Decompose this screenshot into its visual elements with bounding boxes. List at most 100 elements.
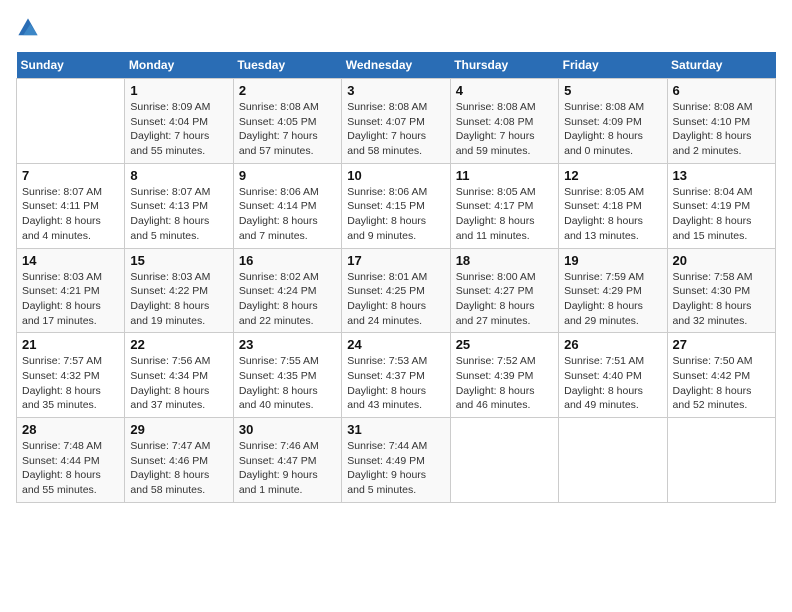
day-number: 28	[22, 422, 119, 437]
calendar-cell: 21 Sunrise: 7:57 AM Sunset: 4:32 PM Dayli…	[17, 333, 125, 418]
header-cell-sunday: Sunday	[17, 52, 125, 79]
day-info: Sunrise: 7:56 AM Sunset: 4:34 PM Dayligh…	[130, 354, 227, 413]
calendar-body: 1 Sunrise: 8:09 AM Sunset: 4:04 PM Daylig…	[17, 79, 776, 503]
day-info: Sunrise: 7:51 AM Sunset: 4:40 PM Dayligh…	[564, 354, 661, 413]
calendar-cell: 30Sunrise: 7:46 AM Sunset: 4:47 PM Dayli…	[233, 418, 341, 503]
day-number: 13	[673, 168, 770, 183]
calendar-cell	[559, 418, 667, 503]
day-info: Sunrise: 8:08 AM Sunset: 4:10 PM Dayligh…	[673, 100, 770, 159]
day-info: Sunrise: 7:47 AM Sunset: 4:46 PM Dayligh…	[130, 439, 227, 498]
day-info: Sunrise: 8:08 AM Sunset: 4:08 PM Dayligh…	[456, 100, 553, 159]
calendar-table: SundayMondayTuesdayWednesdayThursdayFrid…	[16, 52, 776, 503]
calendar-cell: 26 Sunrise: 7:51 AM Sunset: 4:40 PM Dayli…	[559, 333, 667, 418]
week-row-1: 1 Sunrise: 8:09 AM Sunset: 4:04 PM Daylig…	[17, 79, 776, 164]
day-info: Sunrise: 8:01 AM Sunset: 4:25 PM Dayligh…	[347, 270, 444, 329]
day-number: 4	[456, 83, 553, 98]
day-info: Sunrise: 8:06 AM Sunset: 4:14 PM Dayligh…	[239, 185, 336, 244]
day-number: 16	[239, 253, 336, 268]
day-number: 10	[347, 168, 444, 183]
calendar-cell: 16 Sunrise: 8:02 AM Sunset: 4:24 PM Dayli…	[233, 248, 341, 333]
calendar-cell: 18Sunrise: 8:00 AM Sunset: 4:27 PM Dayli…	[450, 248, 558, 333]
calendar-cell: 10 Sunrise: 8:06 AM Sunset: 4:15 PM Dayli…	[342, 163, 450, 248]
calendar-cell: 5 Sunrise: 8:08 AM Sunset: 4:09 PM Daylig…	[559, 79, 667, 164]
calendar-header: SundayMondayTuesdayWednesdayThursdayFrid…	[17, 52, 776, 79]
calendar-cell: 28 Sunrise: 7:48 AM Sunset: 4:44 PM Dayli…	[17, 418, 125, 503]
day-info: Sunrise: 8:05 AM Sunset: 4:17 PM Dayligh…	[456, 185, 553, 244]
calendar-cell: 8Sunrise: 8:07 AM Sunset: 4:13 PM Daylig…	[125, 163, 233, 248]
week-row-3: 14 Sunrise: 8:03 AM Sunset: 4:21 PM Dayli…	[17, 248, 776, 333]
week-row-4: 21 Sunrise: 7:57 AM Sunset: 4:32 PM Dayli…	[17, 333, 776, 418]
calendar-cell	[17, 79, 125, 164]
day-info: Sunrise: 8:00 AM Sunset: 4:27 PM Dayligh…	[456, 270, 553, 329]
day-info: Sunrise: 7:57 AM Sunset: 4:32 PM Dayligh…	[22, 354, 119, 413]
day-number: 23	[239, 337, 336, 352]
day-info: Sunrise: 7:50 AM Sunset: 4:42 PM Dayligh…	[673, 354, 770, 413]
calendar-cell: 6 Sunrise: 8:08 AM Sunset: 4:10 PM Daylig…	[667, 79, 775, 164]
calendar-cell: 20Sunrise: 7:58 AM Sunset: 4:30 PM Dayli…	[667, 248, 775, 333]
day-number: 30	[239, 422, 336, 437]
header	[16, 16, 776, 40]
calendar-cell: 27 Sunrise: 7:50 AM Sunset: 4:42 PM Dayli…	[667, 333, 775, 418]
day-info: Sunrise: 7:53 AM Sunset: 4:37 PM Dayligh…	[347, 354, 444, 413]
day-info: Sunrise: 7:52 AM Sunset: 4:39 PM Dayligh…	[456, 354, 553, 413]
calendar-cell	[450, 418, 558, 503]
calendar-cell: 15 Sunrise: 8:03 AM Sunset: 4:22 PM Dayli…	[125, 248, 233, 333]
day-info: Sunrise: 8:07 AM Sunset: 4:11 PM Dayligh…	[22, 185, 119, 244]
day-number: 7	[22, 168, 119, 183]
calendar-cell: 7 Sunrise: 8:07 AM Sunset: 4:11 PM Daylig…	[17, 163, 125, 248]
logo-icon	[16, 16, 40, 40]
calendar-cell: 24 Sunrise: 7:53 AM Sunset: 4:37 PM Dayli…	[342, 333, 450, 418]
day-info: Sunrise: 8:02 AM Sunset: 4:24 PM Dayligh…	[239, 270, 336, 329]
day-number: 26	[564, 337, 661, 352]
day-info: Sunrise: 8:03 AM Sunset: 4:22 PM Dayligh…	[130, 270, 227, 329]
day-number: 15	[130, 253, 227, 268]
day-info: Sunrise: 7:59 AM Sunset: 4:29 PM Dayligh…	[564, 270, 661, 329]
calendar-cell: 1 Sunrise: 8:09 AM Sunset: 4:04 PM Daylig…	[125, 79, 233, 164]
day-number: 11	[456, 168, 553, 183]
calendar-cell: 4 Sunrise: 8:08 AM Sunset: 4:08 PM Daylig…	[450, 79, 558, 164]
day-info: Sunrise: 8:08 AM Sunset: 4:09 PM Dayligh…	[564, 100, 661, 159]
day-info: Sunrise: 7:48 AM Sunset: 4:44 PM Dayligh…	[22, 439, 119, 498]
day-info: Sunrise: 7:44 AM Sunset: 4:49 PM Dayligh…	[347, 439, 444, 498]
day-info: Sunrise: 8:03 AM Sunset: 4:21 PM Dayligh…	[22, 270, 119, 329]
calendar-cell: 2 Sunrise: 8:08 AM Sunset: 4:05 PM Daylig…	[233, 79, 341, 164]
day-info: Sunrise: 7:55 AM Sunset: 4:35 PM Dayligh…	[239, 354, 336, 413]
calendar-cell: 3Sunrise: 8:08 AM Sunset: 4:07 PM Daylig…	[342, 79, 450, 164]
day-number: 24	[347, 337, 444, 352]
day-info: Sunrise: 8:06 AM Sunset: 4:15 PM Dayligh…	[347, 185, 444, 244]
day-number: 9	[239, 168, 336, 183]
day-number: 5	[564, 83, 661, 98]
day-info: Sunrise: 8:05 AM Sunset: 4:18 PM Dayligh…	[564, 185, 661, 244]
header-cell-friday: Friday	[559, 52, 667, 79]
day-info: Sunrise: 8:09 AM Sunset: 4:04 PM Dayligh…	[130, 100, 227, 159]
calendar-cell: 19Sunrise: 7:59 AM Sunset: 4:29 PM Dayli…	[559, 248, 667, 333]
day-number: 14	[22, 253, 119, 268]
day-number: 1	[130, 83, 227, 98]
calendar-cell: 23 Sunrise: 7:55 AM Sunset: 4:35 PM Dayli…	[233, 333, 341, 418]
header-cell-tuesday: Tuesday	[233, 52, 341, 79]
day-info: Sunrise: 8:04 AM Sunset: 4:19 PM Dayligh…	[673, 185, 770, 244]
day-number: 29	[130, 422, 227, 437]
calendar-cell: 31 Sunrise: 7:44 AM Sunset: 4:49 PM Dayli…	[342, 418, 450, 503]
day-number: 17	[347, 253, 444, 268]
header-cell-saturday: Saturday	[667, 52, 775, 79]
calendar-cell: 25Sunrise: 7:52 AM Sunset: 4:39 PM Dayli…	[450, 333, 558, 418]
day-number: 27	[673, 337, 770, 352]
day-info: Sunrise: 8:08 AM Sunset: 4:07 PM Dayligh…	[347, 100, 444, 159]
week-row-2: 7 Sunrise: 8:07 AM Sunset: 4:11 PM Daylig…	[17, 163, 776, 248]
calendar-cell: 29 Sunrise: 7:47 AM Sunset: 4:46 PM Dayli…	[125, 418, 233, 503]
header-cell-thursday: Thursday	[450, 52, 558, 79]
logo	[16, 16, 44, 40]
day-number: 21	[22, 337, 119, 352]
day-number: 31	[347, 422, 444, 437]
header-row: SundayMondayTuesdayWednesdayThursdayFrid…	[17, 52, 776, 79]
day-number: 6	[673, 83, 770, 98]
day-number: 2	[239, 83, 336, 98]
header-cell-wednesday: Wednesday	[342, 52, 450, 79]
day-info: Sunrise: 8:08 AM Sunset: 4:05 PM Dayligh…	[239, 100, 336, 159]
calendar-cell: 9 Sunrise: 8:06 AM Sunset: 4:14 PM Daylig…	[233, 163, 341, 248]
calendar-cell	[667, 418, 775, 503]
header-cell-monday: Monday	[125, 52, 233, 79]
week-row-5: 28 Sunrise: 7:48 AM Sunset: 4:44 PM Dayli…	[17, 418, 776, 503]
day-number: 20	[673, 253, 770, 268]
